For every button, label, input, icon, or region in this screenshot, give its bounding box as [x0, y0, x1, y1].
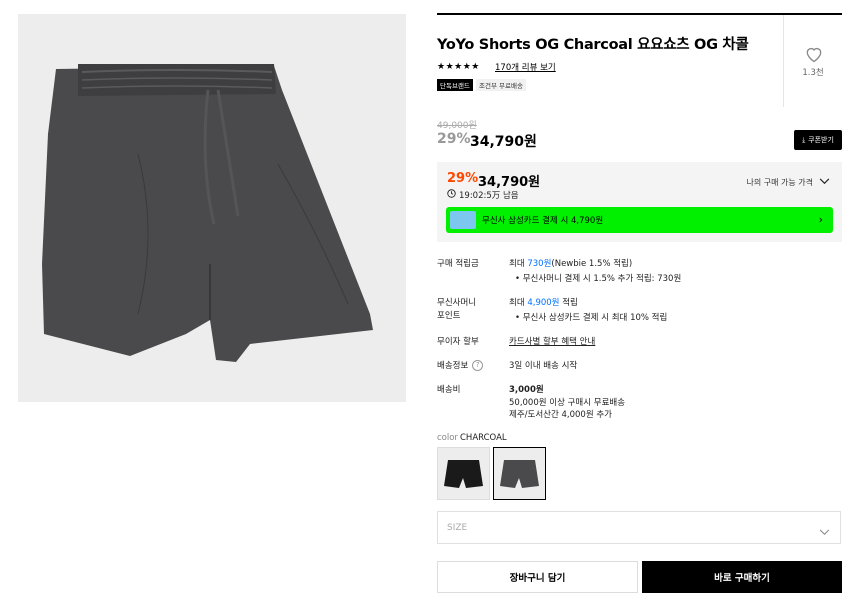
sale-price: 34,790원 — [470, 134, 537, 150]
rating-stars: ★★★★★ — [437, 62, 480, 72]
like-count: 1.3천 — [802, 68, 824, 78]
size-select[interactable]: SIZE — [437, 511, 841, 544]
size-placeholder: SIZE — [447, 523, 468, 533]
download-icon: ⤓ — [802, 135, 806, 144]
original-price: 49,000원 — [437, 121, 477, 131]
color-swatch-charcoal[interactable] — [493, 447, 546, 500]
money-points-label-2: 포인트 — [437, 311, 461, 321]
shipping-info-label: 배송정보? — [437, 359, 484, 371]
heart-icon[interactable] — [804, 44, 824, 64]
countdown-timer: 19:02:5万 남음 — [447, 189, 519, 201]
shipping-badge: 조건부 무료배송 — [476, 79, 526, 91]
my-best-price-label: 나의 구매 가능 가격 — [746, 178, 813, 187]
coupon-button-label: 쿠폰받기 — [808, 136, 834, 144]
best-price: 34,790원 — [478, 175, 541, 190]
review-link[interactable]: 170개 리뷰 보기 — [495, 61, 556, 73]
best-price-box: 29% 34,790원 19:02:5万 남음 나의 구매 가능 가격 무신사 … — [437, 162, 842, 242]
points-label: 구매 적립금 — [437, 259, 479, 269]
installment-label: 무이자 할부 — [437, 337, 479, 347]
money-points-bullet: • 무신사 삼성카드 결제 시 최대 10% 적립 — [515, 313, 668, 323]
installment-link[interactable]: 카드사별 할부 혜택 안내 — [509, 335, 595, 347]
card-thumbnail — [450, 211, 476, 229]
buy-now-button[interactable]: 바로 구매하기 — [642, 561, 842, 593]
coupon-button[interactable]: ⤓ 쿠폰받기 — [794, 130, 842, 150]
best-discount-percent: 29% — [447, 171, 479, 186]
money-points-value: 최대 4,900원 적립 — [509, 298, 578, 308]
product-title: YoYo Shorts OG Charcoal 요요쇼츠 OG 차콜 — [437, 37, 749, 53]
exclusive-badge: 단독브랜드 — [437, 79, 473, 91]
chevron-down-icon — [819, 521, 830, 540]
money-points-label-1: 무신사머니 — [437, 298, 477, 308]
product-image — [18, 14, 406, 402]
shipping-fee: 3,000원 — [509, 385, 544, 395]
like-divider — [783, 15, 784, 107]
shipping-fee-extra: 제주/도서산간 4,000원 추가 — [509, 410, 612, 420]
discount-percent: 29% — [437, 131, 471, 147]
points-bullet: • 무신사머니 결제 시 1.5% 추가 적립: 730원 — [515, 274, 682, 284]
chevron-right-icon: › — [818, 213, 823, 226]
timer-text: 19:02:5万 남음 — [459, 191, 519, 201]
shipping-info-value: 3일 이내 배송 시작 — [509, 361, 578, 371]
chevron-down-icon — [819, 178, 830, 187]
color-value: CHARCOAL — [460, 433, 507, 443]
question-icon[interactable]: ? — [472, 360, 484, 371]
color-label: color — [437, 433, 458, 443]
clock-icon — [447, 189, 456, 201]
shipping-fee-free: 50,000원 이상 구매시 무료배송 — [509, 398, 626, 408]
card-promo-text: 무신사 삼성카드 결제 시 4,790원 — [482, 216, 604, 226]
shorts-illustration — [42, 64, 373, 362]
shipping-fee-label: 배송비 — [437, 385, 461, 395]
color-swatch-black[interactable] — [437, 447, 490, 500]
product-info-panel: YoYo Shorts OG Charcoal 요요쇼츠 OG 차콜 ★★★★★… — [437, 0, 842, 600]
card-promo-banner[interactable]: 무신사 삼성카드 결제 시 4,790원 › — [446, 207, 833, 233]
my-best-price-toggle[interactable]: 나의 구매 가능 가격 — [746, 177, 830, 188]
points-value: 최대 730원(Newbie 1.5% 적립) — [509, 259, 633, 269]
top-divider — [437, 13, 842, 15]
add-to-cart-button[interactable]: 장바구니 담기 — [437, 561, 638, 593]
